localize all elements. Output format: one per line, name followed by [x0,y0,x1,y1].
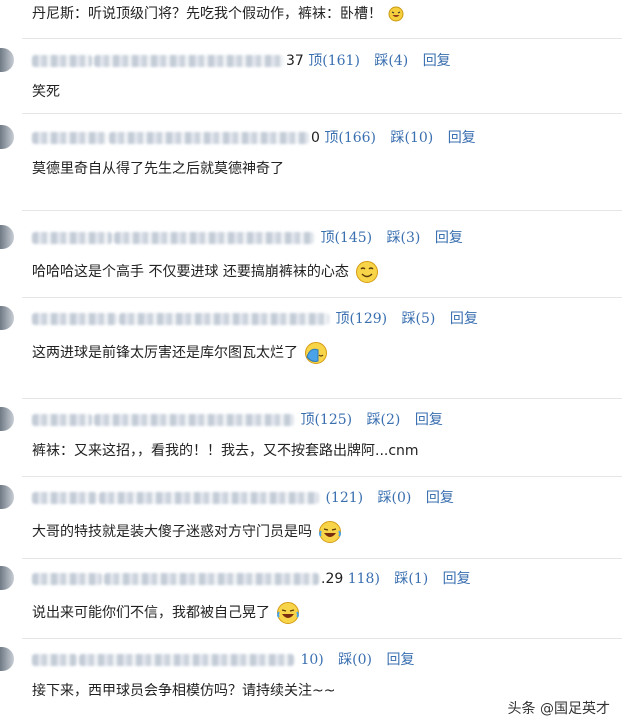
downvote-link[interactable]: 踩(10) [390,130,433,146]
avatar [0,485,14,509]
avatar [0,566,14,590]
comment-text: 裤袜：又来这招，，看我的！！我去，又不按套路出牌阿...cnm [32,443,419,459]
downvote-link[interactable]: 踩(4) [374,53,408,69]
blurred-timestamp [119,313,329,325]
comment-text: 说出来可能你们不信，我都被自己晃了 [32,605,270,621]
divider [22,113,622,114]
blurred-timestamp [94,414,294,426]
upvote-link[interactable]: (121) [325,490,363,506]
comment-meta: 37 顶(161) 踩(4) 回复 [32,51,451,71]
comment-text: 大哥的特技就是装大傻子迷惑对方守门员是吗 [32,524,312,540]
watermark: 头条 @国足英才 [508,698,610,718]
comment-row-3-text: 哈哈哈这是个高手 不仅要进球 还要搞崩裤袜的心态 [32,260,379,284]
divider [22,398,622,399]
comment-meta: 0 顶(166) 踩(10) 回复 [32,128,476,148]
blurred-username [32,132,107,144]
divider [22,476,622,477]
divider [22,38,622,39]
comment-meta: (121) 踩(0) 回复 [32,488,454,508]
watermark-text: 头条 @国足英才 [507,701,610,717]
downvote-link[interactable]: 踩(5) [402,311,436,327]
avatar [0,225,14,249]
blurred-timestamp [114,232,314,244]
blurred-username [32,573,102,585]
downvote-link[interactable]: 踩(3) [387,230,421,246]
comment-meta: 顶(125) 踩(2) 回复 [32,410,443,430]
comment-text: 莫德里奇自从得了先生之后就莫德神奇了 [32,161,284,177]
avatar [0,647,14,671]
downvote-link[interactable]: 踩(0) [338,652,372,668]
avatar [0,125,14,149]
blurred-username [32,654,77,666]
upvote-link[interactable]: 10) [300,652,323,668]
top-comment-text: 丹尼斯：听说顶级门将？先吃我个假动作，裤袜：卧槽！ [32,4,404,24]
comment-row-4-text: 这两进球是前锋太厉害还是库尔图瓦太烂了 [32,341,328,365]
avatar [0,407,14,431]
divider [22,638,622,639]
blurred-username [32,313,117,325]
comment-meta: 顶(129) 踩(5) 回复 [32,309,478,329]
divider [22,558,622,559]
blurred-username [32,492,97,504]
wink-smile-icon [356,261,379,283]
reply-link[interactable]: 回复 [426,490,454,506]
blurred-timestamp [109,132,309,144]
upvote-link[interactable]: 顶(145) [320,230,372,246]
comment-text: 丹尼斯：听说顶级门将？先吃我个假动作，裤袜：卧槽！ [32,6,382,22]
blurred-username [32,232,112,244]
upvote-link[interactable]: 顶(161) [308,53,360,69]
reply-link[interactable]: 回复 [443,571,471,587]
avatar [0,48,14,72]
avatar [0,306,14,330]
face-palm-icon [305,342,328,364]
laughing-tears-icon [277,602,300,624]
downvote-link[interactable]: 踩(2) [367,412,401,428]
comment-row-7-text: 说出来可能你们不信，我都被自己晃了 [32,601,300,625]
blurred-timestamp [99,492,319,504]
upvote-link[interactable]: 顶(166) [324,130,376,146]
reply-link[interactable]: 回复 [386,652,414,668]
reply-link[interactable]: 回复 [450,311,478,327]
laughing-icon [388,6,404,22]
upvote-link[interactable]: 顶(125) [300,412,352,428]
reply-link[interactable]: 回复 [415,412,443,428]
blurred-timestamp [104,573,319,585]
blurred-username [32,414,92,426]
downvote-link[interactable]: 踩(1) [394,571,428,587]
comment-text: 接下来，西甲球员会争相模仿吗？请持续关注~~ [32,683,336,699]
reply-link[interactable]: 回复 [423,53,451,69]
upvote-link[interactable]: 118) [348,571,380,587]
comment-meta: .29 118) 踩(1) 回复 [32,569,471,589]
downvote-link[interactable]: 踩(0) [378,490,412,506]
divider [22,297,622,298]
upvote-link[interactable]: 顶(129) [335,311,387,327]
comment-text: 哈哈哈这是个高手 不仅要进球 还要搞崩裤袜的心态 [32,264,349,280]
comment-row-6-text: 大哥的特技就是装大傻子迷惑对方守门员是吗 [32,520,342,544]
reply-link[interactable]: 回复 [448,130,476,146]
blurred-username [32,55,92,67]
comment-text: 这两进球是前锋太厉害还是库尔图瓦太烂了 [32,345,298,361]
comment-meta: 10) 踩(0) 回复 [32,650,414,670]
laughing-tears-icon [319,521,342,543]
blurred-timestamp [79,654,294,666]
comment-text: 笑死 [32,84,60,100]
blurred-timestamp [94,55,284,67]
comment-meta: 顶(145) 踩(3) 回复 [32,228,463,248]
reply-link[interactable]: 回复 [435,230,463,246]
divider [22,210,622,211]
